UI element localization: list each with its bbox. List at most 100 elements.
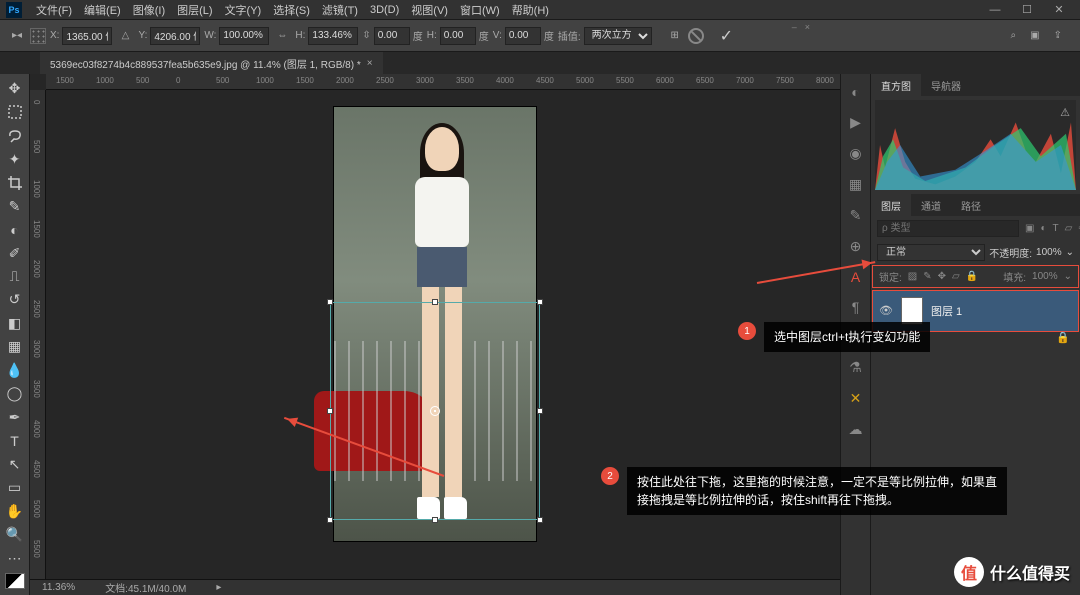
status-arrow-icon[interactable]: ▸ (216, 582, 221, 593)
menu-type[interactable]: 文字(Y) (219, 0, 268, 20)
workspace-icon[interactable]: ▣ (1030, 30, 1039, 41)
wand-tool-icon[interactable]: ✦ (4, 150, 26, 167)
canvas-image[interactable] (333, 106, 537, 542)
gradient-tool-icon[interactable]: ▦ (4, 338, 26, 355)
menu-select[interactable]: 选择(S) (267, 0, 316, 20)
lock-transparency-icon[interactable]: ▨ (908, 271, 917, 282)
color-icon[interactable]: ◉ (849, 145, 861, 162)
canvas-area[interactable]: 1500100050005001000150020002500300035004… (30, 74, 840, 595)
lasso-tool-icon[interactable] (4, 127, 26, 144)
menu-filter[interactable]: 滤镜(T) (316, 0, 364, 20)
brushes-icon[interactable]: ✎ (850, 207, 862, 224)
tab-layers[interactable]: 图层 (871, 194, 911, 216)
x-input[interactable] (62, 27, 112, 45)
hand-tool-icon[interactable]: ✋ (4, 502, 26, 519)
transform-handle-br[interactable] (537, 517, 543, 523)
hskew-input[interactable] (440, 27, 476, 45)
healing-tool-icon[interactable]: ◐ (4, 221, 26, 238)
lock-artboard-icon[interactable]: ▱ (952, 271, 960, 282)
document-tab[interactable]: 5369ec03f8274b4c889537fea5b635e9.jpg @ 1… (40, 52, 383, 74)
zoom-level[interactable]: 11.36% (42, 582, 75, 593)
histogram-warning-icon[interactable]: ⚠ (1060, 106, 1070, 119)
pen-tool-icon[interactable]: ✒ (4, 409, 26, 426)
move-tool-preset-icon[interactable]: ▸◂ (8, 27, 26, 45)
vskew-input[interactable] (505, 27, 541, 45)
brush-tool-icon[interactable]: ✐ (4, 244, 26, 261)
tab-navigator[interactable]: 导航器 (921, 74, 971, 96)
more-tools-icon[interactable]: ⋯ (4, 549, 26, 566)
char-icon[interactable]: ¶ (852, 299, 860, 315)
lock-position-icon[interactable]: ✥ (938, 271, 946, 282)
menu-layer[interactable]: 图层(L) (171, 0, 218, 20)
document-size[interactable]: 文档:45.1M/40.0M (105, 580, 186, 595)
filter-adjust-icon[interactable]: ◐ (1040, 223, 1046, 234)
eyedropper-tool-icon[interactable]: ✎ (4, 197, 26, 214)
dodge-tool-icon[interactable]: ◯ (4, 385, 26, 402)
fill-chevron-icon[interactable]: ⌄ (1064, 271, 1072, 282)
color-swatch-icon[interactable] (5, 573, 25, 589)
share-icon[interactable]: ⇪ (1054, 30, 1062, 41)
zoom-tool-icon[interactable]: 🔍 (4, 526, 26, 543)
doc-minimize-icon[interactable]: – (792, 22, 797, 32)
interp-select[interactable]: 两次立方 (584, 27, 652, 45)
layer-thumbnail[interactable] (901, 297, 923, 325)
link-icon[interactable]: ⇔ (273, 27, 291, 45)
visibility-icon[interactable]: 👁 (879, 304, 893, 318)
play-icon[interactable]: ▶ (850, 114, 861, 131)
opacity-chevron-icon[interactable]: ⌄ (1066, 247, 1074, 258)
menu-3d[interactable]: 3D(D) (364, 2, 405, 18)
filter-type-icon[interactable]: T (1053, 223, 1059, 234)
layer-filter-input[interactable] (877, 220, 1019, 237)
commit-transform-icon[interactable]: ✓ (720, 26, 733, 46)
move-tool-icon[interactable]: ✥ (4, 80, 26, 97)
path-select-icon[interactable]: ↖ (4, 456, 26, 473)
actions-icon[interactable]: ✕ (850, 390, 862, 407)
styles-icon[interactable]: A (851, 269, 860, 285)
tab-close-icon[interactable]: × (367, 58, 373, 69)
transform-handle-mr[interactable] (537, 408, 543, 414)
swatches-icon[interactable]: ▦ (849, 176, 862, 193)
reference-point-icon[interactable] (30, 28, 46, 44)
search-icon[interactable]: ⌕ (1011, 30, 1017, 41)
blend-mode-select[interactable]: 正常 (877, 244, 985, 261)
blur-tool-icon[interactable]: 💧 (4, 362, 26, 379)
eraser-tool-icon[interactable]: ◧ (4, 315, 26, 332)
fill-value[interactable]: 100% (1032, 271, 1058, 282)
filter-pixel-icon[interactable]: ▣ (1025, 223, 1034, 234)
filter-shape-icon[interactable]: ▱ (1065, 223, 1073, 234)
tab-paths[interactable]: 路径 (951, 194, 991, 216)
adjustments-icon[interactable]: ◐ (851, 84, 859, 100)
lock-pixels-icon[interactable]: ✎ (923, 271, 931, 282)
tab-histogram[interactable]: 直方图 (871, 74, 921, 96)
close-icon[interactable]: ✕ (1052, 3, 1066, 17)
transform-handle-tr[interactable] (537, 299, 543, 305)
delta-icon[interactable]: △ (116, 27, 134, 45)
stamp-tool-icon[interactable]: ⎍ (4, 268, 26, 285)
menu-image[interactable]: 图像(I) (127, 0, 171, 20)
cloud-icon[interactable]: ☁ (849, 421, 863, 438)
history-brush-icon[interactable]: ↺ (4, 291, 26, 308)
layer-name[interactable]: 图层 1 (931, 303, 962, 319)
menu-edit[interactable]: 编辑(E) (78, 0, 127, 20)
properties-icon[interactable]: ⊕ (850, 238, 862, 255)
doc-close-icon[interactable]: × (805, 22, 810, 32)
crop-tool-icon[interactable] (4, 174, 26, 191)
type-tool-icon[interactable]: T (4, 432, 26, 449)
menu-window[interactable]: 窗口(W) (454, 0, 506, 20)
info-icon[interactable]: ⚗ (849, 359, 862, 376)
lock-all-icon[interactable]: 🔒 (966, 271, 978, 282)
menu-view[interactable]: 视图(V) (405, 0, 454, 20)
y-input[interactable] (150, 27, 200, 45)
w-input[interactable] (219, 27, 269, 45)
h-input[interactable] (308, 27, 358, 45)
tab-channels[interactable]: 通道 (911, 194, 951, 216)
marquee-tool-icon[interactable] (4, 103, 26, 120)
minimize-icon[interactable]: — (988, 3, 1002, 17)
menu-file[interactable]: 文件(F) (30, 0, 78, 20)
shape-tool-icon[interactable]: ▭ (4, 479, 26, 496)
cancel-transform-icon[interactable] (688, 28, 704, 44)
menu-help[interactable]: 帮助(H) (506, 0, 555, 20)
maximize-icon[interactable]: ☐ (1020, 3, 1034, 17)
warp-mode-icon[interactable]: ⊞ (666, 27, 684, 45)
opacity-value[interactable]: 100% (1036, 247, 1062, 258)
